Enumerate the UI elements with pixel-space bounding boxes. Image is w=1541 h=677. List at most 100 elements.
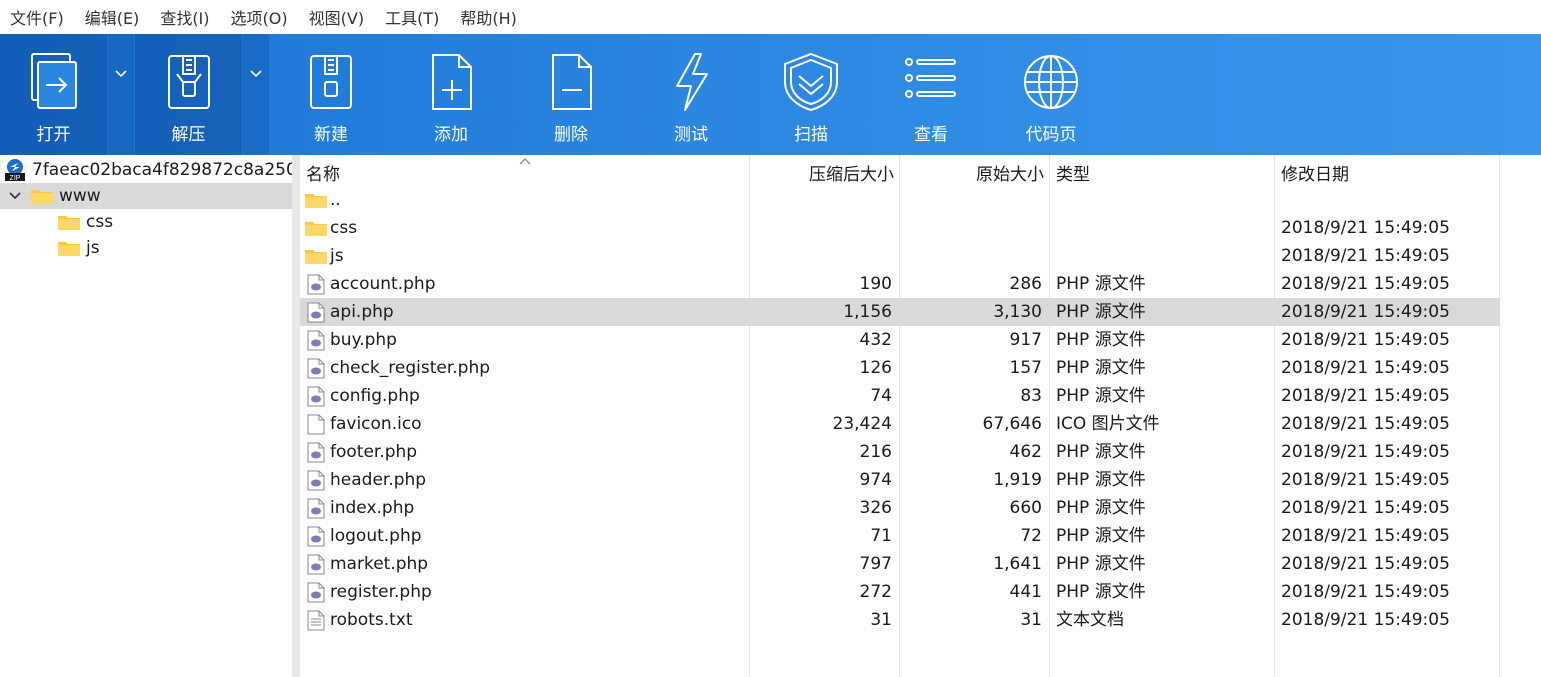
chevron-down-icon[interactable] — [8, 191, 22, 201]
file-row[interactable]: check_register.php 126 157 PHP 源文件 2018/9/21… — [300, 354, 1500, 382]
column-header-packed-label: 压缩后大小 — [809, 164, 894, 185]
file-packed-size: 272 — [859, 582, 892, 602]
file-row[interactable]: account.php 190 286 PHP 源文件 2018/9/21 15:49:… — [300, 270, 1500, 298]
file-original-size: 67,646 — [982, 414, 1042, 434]
tree-label-www: www — [59, 186, 101, 206]
file-name: account.php — [330, 274, 436, 294]
file-row[interactable]: js 2018/9/21 15:49:05 — [300, 242, 1500, 270]
file-original-size: 1,919 — [993, 470, 1042, 490]
view-button[interactable]: 查看 — [876, 34, 986, 155]
menu-bar: 文件(F) 编辑(E) 查找(I) 选项(O) 视图(V) 工具(T) 帮助(H… — [0, 0, 1541, 34]
file-row[interactable]: footer.php 216 462 PHP 源文件 2018/9/21 15:49:0… — [300, 438, 1500, 466]
zip-archive-icon: ZIP — [5, 159, 25, 182]
extract-label: 解压 — [171, 125, 206, 145]
file-type: PHP 源文件 — [1056, 498, 1146, 518]
file-row[interactable]: config.php 74 83 PHP 源文件 2018/9/21 15:49:05 — [300, 382, 1500, 410]
file-type: PHP 源文件 — [1056, 554, 1146, 574]
folder-icon — [58, 242, 80, 256]
file-name: js — [330, 246, 344, 266]
tree-archive-node[interactable]: ZIP 7faeac02baca4f829872c8a250 — [4, 157, 297, 183]
file-name: market.php — [330, 554, 429, 574]
menu-options[interactable]: 选项(O) — [231, 5, 288, 29]
tree-node-js[interactable]: js — [57, 235, 100, 261]
open-button[interactable]: 打开 — [0, 34, 107, 155]
php-file-icon — [307, 442, 325, 463]
tree-node-css[interactable]: css — [57, 209, 113, 235]
file-row[interactable]: favicon.ico 23,424 67,646 ICO 图片文件 2018/9/21… — [300, 410, 1500, 438]
file-modified: 2018/9/21 15:49:05 — [1281, 526, 1450, 546]
file-packed-size — [750, 242, 892, 270]
file-name: footer.php — [330, 442, 418, 462]
file-original-size — [900, 214, 1042, 242]
chevron-down-icon — [115, 70, 127, 78]
file-packed-size: 326 — [859, 498, 892, 518]
add-file-icon — [432, 54, 472, 110]
column-header-type[interactable]: 类型 — [1056, 155, 1266, 189]
menu-tools[interactable]: 工具(T) — [385, 5, 439, 29]
new-button[interactable]: 新建 — [276, 34, 386, 155]
menu-edit[interactable]: 编辑(E) — [85, 5, 140, 29]
file-row[interactable]: header.php 974 1,919 PHP 源文件 2018/9/21 15:49… — [300, 466, 1500, 494]
php-file-icon — [307, 526, 325, 547]
file-row[interactable]: market.php 797 1,641 PHP 源文件 2018/9/21 15:49… — [300, 550, 1500, 578]
column-header-type-label: 类型 — [1056, 164, 1090, 185]
file-row[interactable]: index.php 326 660 PHP 源文件 2018/9/21 15:49:05 — [300, 494, 1500, 522]
php-file-icon — [307, 302, 325, 323]
file-modified: 2018/9/21 15:49:05 — [1281, 218, 1450, 238]
menu-view[interactable]: 视图(V) — [309, 5, 364, 29]
menu-file[interactable]: 文件(F) — [10, 5, 64, 29]
pane-splitter[interactable] — [292, 155, 300, 677]
add-button[interactable]: 添加 — [396, 34, 506, 155]
chevron-down-icon — [250, 70, 262, 78]
toolbar: 打开 解压 新建 添加 删除 测试 扫描 查看 代码页 — [0, 34, 1541, 155]
file-modified: 2018/9/21 15:49:05 — [1281, 498, 1450, 518]
file-type: PHP 源文件 — [1056, 582, 1146, 602]
column-header-name-label: 名称 — [306, 164, 340, 185]
file-original-size: 441 — [1009, 582, 1042, 602]
column-header-modified[interactable]: 修改日期 — [1281, 155, 1491, 189]
file-row[interactable]: .. — [300, 186, 1500, 214]
file-row[interactable]: buy.php 432 917 PHP 源文件 2018/9/21 15:49:05 — [300, 326, 1500, 354]
extract-icon — [167, 55, 210, 109]
file-type: PHP 源文件 — [1056, 526, 1146, 546]
column-header-packed[interactable]: 压缩后大小 — [750, 155, 894, 189]
delete-label: 删除 — [554, 125, 588, 145]
tree-node-www[interactable]: www — [0, 183, 292, 209]
file-original-size: 660 — [1009, 498, 1042, 518]
open-dropdown[interactable] — [108, 34, 134, 155]
extract-button[interactable]: 解压 — [135, 34, 242, 155]
file-packed-size: 23,424 — [832, 414, 892, 434]
new-label: 新建 — [314, 125, 348, 145]
delete-button[interactable]: 删除 — [516, 34, 626, 155]
php-file-icon — [307, 470, 325, 491]
column-header-name[interactable]: 名称 — [306, 155, 746, 189]
menu-find[interactable]: 查找(I) — [160, 5, 209, 29]
menu-help[interactable]: 帮助(H) — [460, 5, 517, 29]
file-original-size: 3,130 — [993, 302, 1042, 322]
test-button[interactable]: 测试 — [636, 34, 746, 155]
lightning-icon — [676, 53, 708, 111]
file-row[interactable]: register.php 272 441 PHP 源文件 2018/9/21 15:49… — [300, 578, 1500, 606]
file-name: favicon.ico — [330, 414, 422, 434]
file-type: ICO 图片文件 — [1056, 414, 1160, 434]
file-name: register.php — [330, 582, 432, 602]
file-packed-size — [750, 186, 892, 214]
file-modified: 2018/9/21 15:49:05 — [1281, 274, 1450, 294]
php-file-icon — [307, 386, 325, 407]
folder-icon — [31, 190, 53, 204]
extract-dropdown[interactable] — [243, 34, 269, 155]
column-header-size-label: 原始大小 — [976, 164, 1044, 185]
file-packed-size: 31 — [870, 610, 892, 630]
codepage-button[interactable]: 代码页 — [996, 34, 1106, 155]
file-row[interactable]: css 2018/9/21 15:49:05 — [300, 214, 1500, 242]
scan-label: 扫描 — [794, 125, 828, 145]
file-row[interactable]: robots.txt 31 31 文本文档 2018/9/21 15:49:05 — [300, 606, 1500, 634]
file-list: 名称 压缩后大小 原始大小 类型 修改日期 .. css 2018/9/21 15:… — [300, 155, 1541, 677]
file-modified: 2018/9/21 15:49:05 — [1281, 582, 1450, 602]
scan-button[interactable]: 扫描 — [756, 34, 866, 155]
file-row[interactable]: api.php 1,156 3,130 PHP 源文件 2018/9/21 15:49:… — [300, 298, 1500, 326]
file-name: .. — [330, 190, 341, 210]
file-row[interactable]: logout.php 71 72 PHP 源文件 2018/9/21 15:49:05 — [300, 522, 1500, 550]
php-file-icon — [307, 274, 325, 295]
column-header-size[interactable]: 原始大小 — [900, 155, 1044, 189]
